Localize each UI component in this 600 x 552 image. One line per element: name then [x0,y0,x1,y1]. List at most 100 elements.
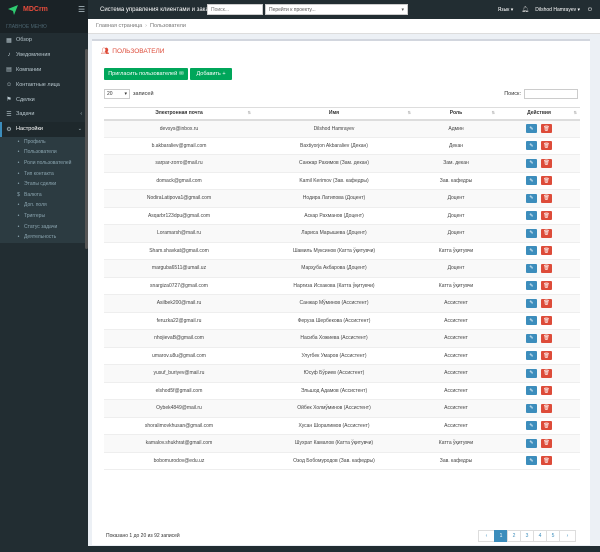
search-input[interactable] [207,4,263,15]
delete-button[interactable]: 🗑︎ [541,158,552,168]
pagination-prev[interactable]: ‹ [478,530,495,542]
sidebar-subitem-roles[interactable]: • Роли пользователей [0,157,88,169]
sidebar-item-deals[interactable]: ⚑ Сделки [0,92,88,107]
delete-button[interactable]: 🗑︎ [541,438,552,448]
pagination-page[interactable]: 1 [494,530,508,542]
delete-button[interactable]: 🗑︎ [541,228,552,238]
delete-button[interactable]: 🗑︎ [541,124,552,133]
edit-button[interactable]: ✎ [526,456,537,466]
edit-button[interactable]: ✎ [526,316,537,326]
edit-button[interactable]: ✎ [526,263,537,273]
sidebar-subitem-currency[interactable]: $ Валюта [0,189,88,201]
gear-icon: ⚙ [6,126,12,133]
language-menu[interactable]: Язык ▾ [498,7,514,13]
sidebar-item-notifications[interactable]: ♪ Уведомления [0,48,88,63]
edit-button[interactable]: ✎ [526,246,537,256]
edit-button[interactable]: ✎ [526,281,537,291]
page-title: 👥︎ ПОЛЬЗОВАТЕЛИ [101,47,165,56]
delete-button[interactable]: 🗑︎ [541,456,552,466]
column-name[interactable]: Имя ⇅ [254,107,414,121]
sidebar-item-contacts[interactable]: ☺ Контактные лица [0,77,88,92]
edit-button[interactable]: ✎ [526,298,537,308]
breadcrumb-home[interactable]: Главная страница [96,23,142,29]
bell-icon[interactable]: 🔔︎ [521,6,529,13]
sidebar-subitem-triggers[interactable]: • Триггеры [0,210,88,222]
edit-button[interactable]: ✎ [526,124,537,133]
delete-button[interactable]: 🗑︎ [541,263,552,273]
column-role[interactable]: Роль ⇅ [414,107,498,121]
delete-button[interactable]: 🗑︎ [541,298,552,308]
page-length-select[interactable]: 20 ▾ [104,89,130,99]
sidebar-subitem-extra-fields[interactable]: • Доп. поля [0,200,88,211]
table-row: elshod5f@gmail.com Эльшод Адамов (Ассисте… [104,382,580,400]
role-cell: Доцент [414,259,498,278]
sidebar-subitem-profile[interactable]: • Профиль [0,136,88,148]
edit-button[interactable]: ✎ [526,333,537,343]
sidebar-subitem-task-status[interactable]: • Статус задачи [0,221,88,232]
name-cell: Шамиль Муксинов (Катта ўқитувчи) [254,242,414,260]
delete-button[interactable]: 🗑︎ [541,368,552,378]
sidebar-item-companies[interactable]: ▤ Компании [0,63,88,78]
email-cell: domack@gmail.com [104,172,254,190]
sidebar-item-tasks[interactable]: ☰ Задачи ‹ [0,107,88,122]
pagination-page[interactable]: 5 [546,530,560,542]
user-menu[interactable]: Dilshod Hamrayev ▾ [535,7,580,13]
delete-button[interactable]: 🗑︎ [541,333,552,343]
edit-button[interactable]: ✎ [526,386,537,396]
pencil-icon: ✎ [529,212,534,219]
edit-button[interactable]: ✎ [526,438,537,448]
delete-button[interactable]: 🗑︎ [541,421,552,431]
sidebar-subitem-activity[interactable]: • Деятельность [0,231,88,243]
menu-toggle-icon[interactable]: ☰ [78,5,88,14]
app-title: Система управления клиентами и заказами [100,6,223,13]
role-cell: Админ [414,119,498,138]
delete-button[interactable]: 🗑︎ [541,141,552,151]
actions-cell: ✎ 🗑︎ [498,277,580,295]
delete-button[interactable]: 🗑︎ [541,193,552,203]
edit-button[interactable]: ✎ [526,368,537,378]
add-user-button[interactable]: Добавить + [190,68,232,80]
sidebar-subitem-contact-type[interactable]: • Тип контакта [0,168,88,179]
pagination-page[interactable]: 3 [520,530,534,542]
invite-users-button[interactable]: Пригласить пользователей ✉ [104,68,188,80]
edit-button[interactable]: ✎ [526,211,537,221]
edit-button[interactable]: ✎ [526,158,537,168]
sidebar-subitem-deal-stages[interactable]: • Этапы сделки [0,178,88,190]
sidebar-item-settings[interactable]: ⚙ Настройки ⌄ [0,121,88,137]
pagination-next[interactable]: › [559,530,576,542]
column-email[interactable]: Электронная почта ⇅ [104,107,254,121]
delete-button[interactable]: 🗑︎ [541,403,552,413]
sidebar-item-overview[interactable]: ▦ Обзор [0,33,88,48]
trash-icon: 🗑︎ [543,247,550,254]
email-cell: Loramarsh@mail.ru [104,224,254,243]
delete-button[interactable]: 🗑︎ [541,246,552,256]
edit-button[interactable]: ✎ [526,193,537,203]
table-search-input[interactable] [524,89,578,99]
name-cell: Ойбек Холмўминов (Ассистент) [254,399,414,418]
project-select[interactable]: Перейти к проекту... ▾ [265,4,408,15]
sidebar-subitem-users[interactable]: • Пользователи [0,147,88,158]
delete-button[interactable]: 🗑︎ [541,386,552,396]
pagination-page[interactable]: 2 [507,530,521,542]
role-cell: Катта ўқитувчи [414,277,498,295]
users-panel: 👥︎ ПОЛЬЗОВАТЕЛИ Пригласить пользователей… [92,39,590,545]
edit-button[interactable]: ✎ [526,141,537,151]
tasks-icon: ☰ [6,111,12,118]
delete-button[interactable]: 🗑︎ [541,351,552,361]
edit-button[interactable]: ✎ [526,228,537,238]
table-row: snargiza0727@gmail.com Наргиза Исхакова (… [104,277,580,295]
power-icon[interactable]: ⏻ [588,7,592,13]
delete-button[interactable]: 🗑︎ [541,211,552,221]
logo[interactable]: MDCrm [0,0,88,19]
delete-button[interactable]: 🗑︎ [541,176,552,186]
actions-cell: ✎ 🗑︎ [498,382,580,400]
edit-button[interactable]: ✎ [526,351,537,361]
delete-button[interactable]: 🗑︎ [541,281,552,291]
edit-button[interactable]: ✎ [526,403,537,413]
edit-button[interactable]: ✎ [526,176,537,186]
edit-button[interactable]: ✎ [526,421,537,431]
trash-icon: 🗑︎ [543,387,550,394]
pagination-page[interactable]: 4 [533,530,547,542]
pencil-icon: ✎ [529,335,534,342]
delete-button[interactable]: 🗑︎ [541,316,552,326]
